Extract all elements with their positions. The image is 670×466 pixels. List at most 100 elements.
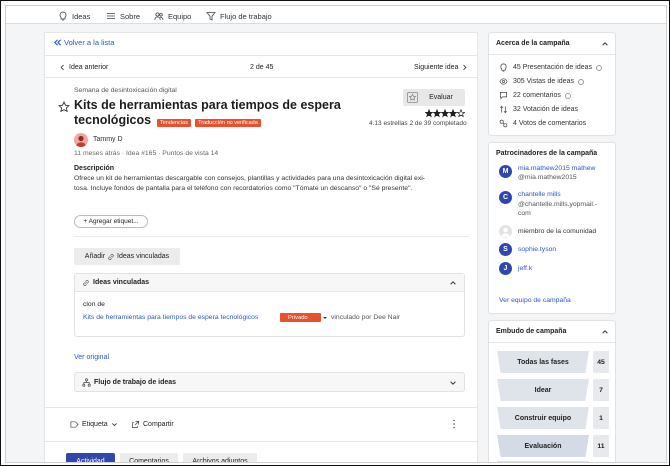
view-team-link[interactable]: Ver equipo de campaña xyxy=(499,297,571,304)
linked-ideas-panel: Ideas vinculadas clon de Kits de herrami… xyxy=(74,273,465,337)
sponsor-text: mia.mathew2015 mathew @mia.mathew2015 xyxy=(518,165,595,181)
votes-comment-icon xyxy=(499,119,508,128)
linked-by: vinculado por Dee Nair xyxy=(331,314,401,321)
sponsor-item[interactable]: S sophie.tyson xyxy=(499,243,556,256)
sponsor-item[interactable]: M mia.mathew2015 mathew @mia.mathew2015 xyxy=(499,165,595,181)
about-campaign-title: Acerca de la campaña xyxy=(496,40,570,47)
linked-idea-link[interactable]: Kits de herramientas para tiempos de esp… xyxy=(83,314,258,321)
idea-meta: 11 meses atrás · Idea #165 · Puntos de v… xyxy=(74,150,219,157)
sponsor-item[interactable]: miembro de la comunidad xyxy=(499,225,596,238)
star-empty-icon xyxy=(456,109,465,118)
double-chevron-left-icon xyxy=(53,39,62,46)
idea-workflow-panel[interactable]: Flujo de trabajo de ideas xyxy=(74,372,465,392)
tab-attachments[interactable]: Archivos adjuntos xyxy=(183,453,257,462)
funnel-card: Embudo de campaña Todas las fases 45 Ide… xyxy=(488,320,616,462)
sponsor-name: miembro de la comunidad xyxy=(518,228,597,235)
sponsor-item[interactable]: J jeff.k xyxy=(499,262,532,275)
chevron-left-icon xyxy=(60,64,64,71)
privacy-label: Privado xyxy=(288,314,308,321)
funnel-stage[interactable]: Construir equipo 1 xyxy=(497,407,609,429)
stat-votes: 32 Votación de ideas xyxy=(499,105,578,114)
menu-lines-icon xyxy=(107,13,115,19)
funnel-stage[interactable]: Evaluación 11 xyxy=(497,435,609,457)
nav-team-label: Equipo xyxy=(168,11,192,21)
privacy-badge[interactable]: Privado xyxy=(280,313,321,322)
star-filled-icon xyxy=(448,109,458,118)
evaluate-button[interactable]: Evaluar xyxy=(403,89,465,106)
share-label: Compartir xyxy=(143,421,174,428)
info-icon[interactable] xyxy=(564,92,571,99)
nav-workflow[interactable]: Flujo de trabajo xyxy=(206,10,272,22)
funnel-stage-count: 11 xyxy=(593,435,609,457)
idea-position: 2 de 45 xyxy=(250,64,274,71)
stat-views-text: 305 Vistas de ideas xyxy=(513,78,574,85)
star-filled-icon xyxy=(432,109,442,118)
funnel-stage-label: Todas las fases xyxy=(497,351,589,373)
divider xyxy=(45,55,477,56)
star-outline-icon[interactable] xyxy=(58,101,70,113)
eye-icon xyxy=(499,78,508,85)
nav-ideas-label: Ideas xyxy=(72,11,91,21)
sponsors-card: Patrocinadores de la campaña M mia.mathe… xyxy=(488,142,616,314)
chevron-up-icon[interactable] xyxy=(601,40,609,48)
add-linked-ideas-button[interactable]: Añadir Ideas vinculadas xyxy=(74,248,180,265)
comment-icon xyxy=(499,91,508,100)
author-avatar[interactable] xyxy=(74,133,88,147)
author-name[interactable]: Tammy D xyxy=(93,136,123,143)
nav-workflow-label: Flujo de trabajo xyxy=(220,11,272,21)
label-dropdown[interactable]: Etiqueta xyxy=(70,420,118,429)
top-navigation: Ideas Sobre Equipo Flujo de trabajo xyxy=(6,6,666,24)
sponsor-avatar: C xyxy=(499,191,512,204)
add-linked-label-rest: Ideas vinculadas xyxy=(117,253,170,260)
sponsor-name[interactable]: chantelle mills xyxy=(518,191,598,198)
chevron-up-icon[interactable] xyxy=(601,328,609,336)
stat-comments-text: 22 comentarios xyxy=(513,92,561,99)
info-icon[interactable] xyxy=(596,64,602,71)
sponsor-name[interactable]: mia.mathew2015 mathew xyxy=(518,165,595,172)
funnel-stage[interactable]: Todas las fases 45 xyxy=(497,351,609,373)
person-icon xyxy=(501,227,510,238)
share-button[interactable]: Compartir xyxy=(131,420,174,429)
funnel-stage-partial xyxy=(497,461,589,462)
rating-summary: 4.13 estrellas 2 de 39 completado xyxy=(369,120,467,127)
sponsor-item[interactable]: C chantelle mills @chantelle.mills.yopma… xyxy=(499,191,598,218)
sponsor-email: @chantelle.mills.yopmail.-com xyxy=(518,200,598,218)
description-line1: Ofrece un kit de herramientas descargabl… xyxy=(74,175,425,182)
funnel-stage-label: Idear xyxy=(497,379,589,401)
tag-row: Tendencias Traducción no verificada xyxy=(157,117,261,127)
info-icon[interactable] xyxy=(577,78,584,85)
next-idea-link[interactable]: Siguiente idea xyxy=(414,64,468,71)
tab-comments[interactable]: Comentarios xyxy=(120,453,178,462)
sponsor-name[interactable]: jeff.k xyxy=(518,265,532,272)
funnel-stage[interactable]: Idear 7 xyxy=(497,379,609,401)
funnel-stage-count: 45 xyxy=(593,351,609,373)
translation-tag: Traducción no verificada xyxy=(195,119,261,127)
more-options-icon[interactable] xyxy=(451,419,457,429)
caret-down-icon[interactable] xyxy=(322,315,328,321)
sponsor-avatar: S xyxy=(499,243,512,256)
default-avatar xyxy=(499,225,512,238)
chevron-up-icon[interactable] xyxy=(449,279,457,287)
bulb-icon xyxy=(500,63,507,72)
nav-ideas[interactable]: Ideas xyxy=(58,10,90,22)
chevron-down-icon[interactable] xyxy=(449,379,457,387)
funnel-stage-count: 7 xyxy=(593,379,609,401)
nav-team[interactable]: Equipo xyxy=(154,10,191,22)
divider xyxy=(45,407,477,408)
link-icon xyxy=(83,280,89,286)
view-original-link[interactable]: Ver original xyxy=(74,354,109,361)
sponsor-name[interactable]: sophie.tyson xyxy=(518,246,556,253)
previous-idea-link[interactable]: Idea anterior xyxy=(59,64,108,71)
tab-activity[interactable]: Actividad xyxy=(66,453,115,462)
add-tag-button[interactable]: + Agregar etiquet... xyxy=(74,215,148,228)
funnel-stage-count: 1 xyxy=(593,407,609,429)
tag-icon xyxy=(70,421,79,428)
evaluate-label: Evaluar xyxy=(429,94,453,101)
share-icon xyxy=(131,420,140,429)
star-badge-icon xyxy=(407,92,418,103)
linked-ideas-header[interactable]: Ideas vinculadas xyxy=(75,274,464,292)
back-to-list-link[interactable]: Volver a la lista xyxy=(53,38,114,47)
stat-ideas-text: 45 Presentación de ideas xyxy=(513,64,592,71)
sponsor-email: @mia.mathew2015 xyxy=(518,174,577,181)
nav-about[interactable]: Sobre xyxy=(106,10,140,22)
